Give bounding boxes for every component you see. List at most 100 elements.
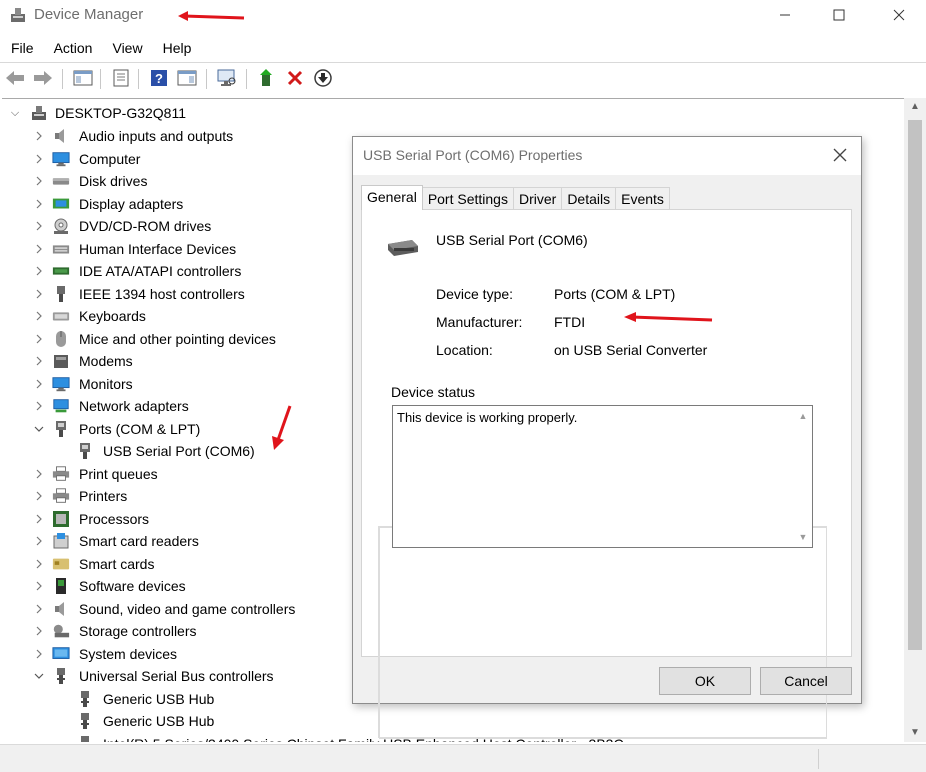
tree-item-label: Human Interface Devices: [79, 240, 237, 257]
tab-events[interactable]: Events: [615, 187, 670, 210]
tab-driver[interactable]: Driver: [512, 187, 563, 210]
chevron-right-icon[interactable]: [32, 602, 46, 616]
ok-button[interactable]: OK: [659, 667, 751, 695]
chevron-right-icon[interactable]: [32, 624, 46, 638]
chevron-right-icon[interactable]: [32, 197, 46, 211]
update-driver-icon[interactable]: [256, 67, 278, 89]
printer-icon: [52, 487, 70, 505]
usb-icon: [76, 735, 94, 742]
chevron-right-icon[interactable]: [32, 309, 46, 323]
chevron-right-icon[interactable]: [32, 287, 46, 301]
chevron-right-icon[interactable]: [32, 152, 46, 166]
status-scrollbar[interactable]: ▲ ▼: [794, 406, 812, 547]
disable-icon[interactable]: [312, 67, 334, 89]
chevron-right-icon[interactable]: [32, 399, 46, 413]
printer-icon: [52, 465, 70, 483]
chevron-down-icon[interactable]: ⌵: [8, 106, 22, 120]
chevron-right-icon[interactable]: [32, 332, 46, 346]
toolbar: ?: [0, 62, 926, 94]
chevron-right-icon[interactable]: [32, 512, 46, 526]
device-status-frame: [378, 526, 827, 738]
device-name: USB Serial Port (COM6): [436, 232, 588, 248]
keyboard-icon: [52, 307, 70, 325]
chevron-right-icon[interactable]: [32, 557, 46, 571]
chevron-right-icon[interactable]: [32, 489, 46, 503]
tree-item-label: IDE ATA/ATAPI controllers: [79, 263, 242, 279]
chevron-right-icon[interactable]: [32, 579, 46, 593]
system-icon: [52, 645, 70, 663]
annotation-arrow-usb-port: [272, 405, 292, 450]
maximize-button[interactable]: [816, 0, 862, 30]
chevron-right-icon[interactable]: [32, 174, 46, 188]
device-type-value: Ports (COM & LPT): [554, 286, 676, 302]
scroll-thumb[interactable]: [908, 120, 922, 650]
chevron-down-icon[interactable]: [32, 669, 46, 683]
tree-item-label: Processors: [79, 510, 150, 527]
action-pane-icon[interactable]: [176, 67, 198, 89]
storage-icon: [52, 622, 70, 640]
tree-item-label: Computer: [79, 150, 141, 167]
scroll-down-icon[interactable]: ▼: [904, 724, 926, 742]
hid-icon: [52, 240, 70, 258]
usb-icon: [76, 690, 94, 708]
ide-icon: [52, 262, 70, 280]
tab-details[interactable]: Details: [561, 187, 617, 210]
menu-help[interactable]: Help: [152, 36, 201, 60]
tree-item-label: Generic USB Hub: [103, 690, 215, 707]
tree-item-label: Print queues: [79, 465, 158, 482]
chevron-down-icon[interactable]: [32, 422, 46, 436]
mouse-icon: [52, 330, 70, 348]
usb-icon: [52, 667, 70, 685]
cancel-button[interactable]: Cancel: [760, 667, 852, 695]
status-scroll-down-icon[interactable]: ▼: [794, 529, 812, 545]
uninstall-icon[interactable]: [284, 67, 306, 89]
manufacturer-value: FTDI: [554, 314, 586, 330]
tab-general[interactable]: General: [361, 185, 423, 210]
chevron-right-icon[interactable]: [32, 264, 46, 278]
scan-hardware-icon[interactable]: [216, 67, 238, 89]
back-icon[interactable]: [4, 67, 26, 89]
menu-view[interactable]: View: [101, 36, 151, 60]
tree-item-label: Universal Serial Bus controllers: [79, 668, 274, 684]
forward-icon[interactable]: [32, 67, 54, 89]
chevron-right-icon[interactable]: [32, 129, 46, 143]
tree-item-label: System devices: [79, 645, 178, 662]
chevron-right-icon[interactable]: [32, 242, 46, 256]
minimize-button[interactable]: [762, 0, 808, 30]
device-manager-app-icon: [9, 6, 27, 24]
tree-item-label: Sound, video and game controllers: [79, 600, 296, 617]
annotation-arrow-manufacturer: [624, 312, 713, 322]
chevron-right-icon[interactable]: [32, 219, 46, 233]
properties-icon[interactable]: [110, 67, 132, 89]
tree-item-label: Disk drives: [79, 173, 148, 189]
location-value: on USB Serial Converter: [554, 342, 708, 358]
chevron-right-icon[interactable]: [32, 377, 46, 391]
chevron-right-icon[interactable]: [32, 467, 46, 481]
port-icon: [52, 420, 70, 438]
chevron-right-icon[interactable]: [32, 647, 46, 661]
dialog-title-bar: USB Serial Port (COM6) Properties: [353, 137, 861, 175]
tree-scrollbar[interactable]: ▲ ▼: [904, 98, 926, 742]
tree-item-label: Mice and other pointing devices: [79, 330, 276, 347]
tree-item-label: Network adapters: [79, 398, 189, 414]
svg-text:?: ?: [155, 71, 163, 86]
menu-action[interactable]: Action: [43, 36, 102, 60]
tree-item-label: DVD/CD-ROM drives: [79, 218, 212, 234]
device-status-textbox[interactable]: This device is working properly. ▲ ▼: [392, 405, 813, 548]
window-title: Device Manager: [34, 6, 144, 23]
dialog-close-icon[interactable]: [829, 145, 851, 167]
annotation-arrow-title: [178, 11, 245, 21]
help-icon[interactable]: ?: [148, 67, 170, 89]
chevron-right-icon[interactable]: [32, 534, 46, 548]
scroll-up-icon[interactable]: ▲: [904, 98, 926, 116]
menu-file[interactable]: File: [0, 36, 43, 60]
dialog-title: USB Serial Port (COM6) Properties: [363, 147, 583, 163]
disk-icon: [52, 172, 70, 190]
manufacturer-label: Manufacturer:: [436, 314, 523, 330]
close-button[interactable]: [876, 0, 922, 30]
tab-port-settings[interactable]: Port Settings: [421, 187, 514, 210]
show-hide-console-tree-icon[interactable]: [72, 67, 94, 89]
status-scroll-up-icon[interactable]: ▲: [794, 408, 812, 424]
chevron-right-icon[interactable]: [32, 354, 46, 368]
tree-item-label: Ports (COM & LPT): [79, 420, 201, 437]
